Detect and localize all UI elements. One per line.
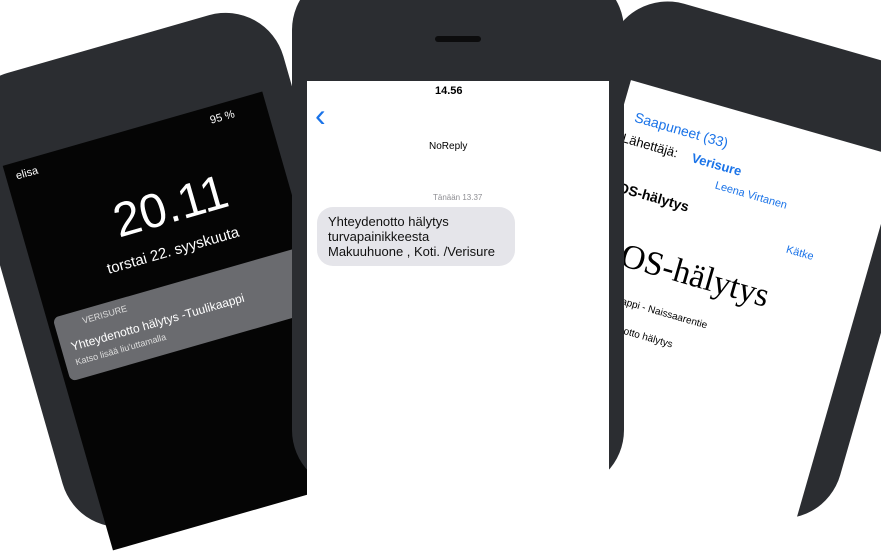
mail-hide-link[interactable]: Kätke [785,244,815,263]
sms-time: 14.56 [435,85,463,97]
sms-screen: 14.56 ‹ NoReply Tänään 13.37 Yhteydenott… [307,81,609,501]
phone-sms: 14.56 ‹ NoReply Tänään 13.37 Yhteydenott… [292,0,624,501]
mail-sender[interactable]: Verisure [690,150,743,179]
sms-message-bubble[interactable]: Yhteydenotto hälytys turvapainikkeesta M… [317,207,515,266]
sms-back-icon[interactable]: ‹ [315,97,326,134]
lock-notification[interactable]: VERISURE Yhteydenotto hälytys -Tuulikaap… [52,246,319,382]
lock-carrier: elisa [14,164,40,183]
sms-contact-name: NoReply [429,141,468,152]
earpiece [435,36,481,42]
mail-recipient[interactable]: Leena Virtanen [714,180,789,212]
lock-notif-app: VERISURE [81,303,129,326]
sms-timestamp: Tänään 13.37 [433,193,483,202]
lock-battery: 95 % [208,108,237,127]
